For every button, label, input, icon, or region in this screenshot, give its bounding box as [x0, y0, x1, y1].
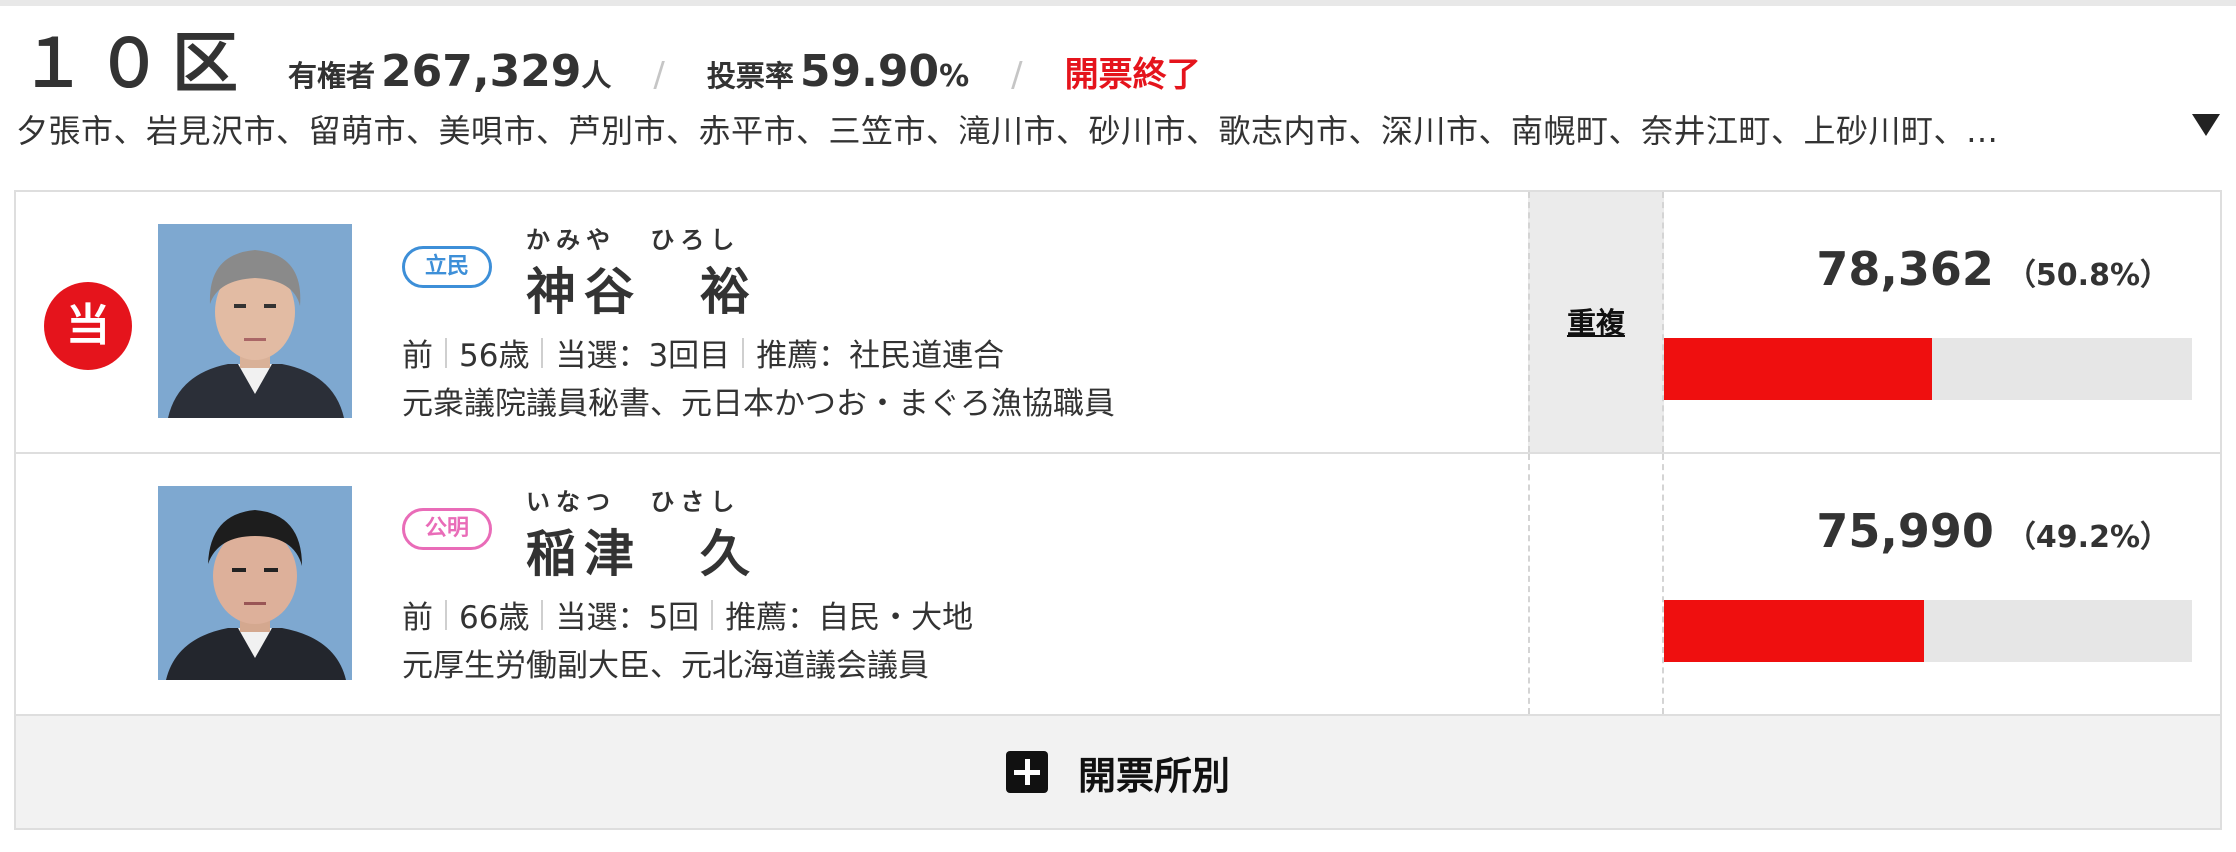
- top-divider: [0, 0, 2236, 6]
- candidate-kana: いなつ ひさし: [526, 488, 741, 516]
- count-status: 開票終了: [1064, 55, 1201, 95]
- votes-percent: （50.8%）: [2005, 258, 2170, 293]
- district-title: １０区: [20, 25, 248, 102]
- candidate-kana: かみや ひろし: [526, 226, 741, 254]
- candidate-name: 稲津 久: [526, 525, 758, 583]
- voters-value: 267,329: [381, 46, 582, 97]
- dual-candidacy-cell: 重複: [1528, 192, 1664, 452]
- votes-number: 78,362: [1816, 242, 1994, 296]
- polling-stations-label: 開票所別: [1077, 753, 1230, 798]
- vote-bar-fill: [1664, 338, 1933, 400]
- divider: [445, 599, 447, 630]
- vote-count: 75,990 （49.2%）: [1816, 504, 2170, 558]
- divider: [541, 337, 544, 368]
- vote-bar: [1664, 600, 2192, 662]
- candidate-row: 当 立民 かみや ひろし 神谷 裕 前 56歳 当選：3回目 推薦：社民道連合 …: [16, 192, 2220, 454]
- triangle-down-icon[interactable]: [2192, 114, 2220, 136]
- separator: /: [1011, 55, 1023, 95]
- divider: [541, 599, 544, 630]
- divider: [711, 599, 714, 630]
- candidate-photo: [158, 486, 352, 680]
- dual-candidacy-cell: [1528, 454, 1664, 714]
- elected-badge: 当: [44, 282, 132, 370]
- turnout-value: 59.90: [799, 46, 940, 97]
- votes-number: 75,990: [1816, 504, 1994, 558]
- vote-bar-fill: [1664, 600, 1924, 662]
- career: 元衆議院議員秘書、元日本かつお・まぐろ漁協職員: [402, 386, 1115, 422]
- career: 元厚生労働副大臣、元北海道議会議員: [402, 648, 929, 684]
- divider: [742, 337, 745, 368]
- candidate-meta: 前 56歳 当選：3回目 推薦：社民道連合: [402, 330, 1004, 375]
- candidate-photo: [158, 224, 352, 418]
- area-list: 夕張市、岩見沢市、留萌市、美唄市、芦別市、赤平市、三笠市、滝川市、砂川市、歌志内…: [16, 112, 1999, 150]
- divider: [445, 337, 447, 368]
- plus-icon: [1005, 751, 1048, 793]
- results-table: 当 立民 かみや ひろし 神谷 裕 前 56歳 当選：3回目 推薦：社民道連合 …: [14, 190, 2222, 830]
- party-badge: 立民: [402, 246, 492, 288]
- endorsement: 推薦：自民・大地: [725, 600, 974, 636]
- wins: 当選：3回目: [555, 338, 731, 374]
- turnout-unit: %: [939, 59, 970, 94]
- incumbency: 前: [402, 600, 433, 636]
- polling-stations-toggle[interactable]: 開票所別: [16, 716, 2220, 828]
- party-badge: 公明: [402, 508, 492, 550]
- voters-label: 有権者: [288, 59, 376, 93]
- candidate-name: 神谷 裕: [526, 263, 758, 321]
- vote-count: 78,362 （50.8%）: [1816, 242, 2170, 296]
- incumbency: 前: [402, 338, 433, 374]
- district-header: １０区 有権者 267,329 人 / 投票率 59.90 % / 開票終了: [20, 10, 1201, 102]
- endorsement: 推薦：社民道連合: [756, 338, 1005, 374]
- wins: 当選：5回: [555, 600, 700, 636]
- voters-unit: 人: [581, 59, 612, 94]
- age: 66歳: [459, 600, 530, 636]
- candidate-row: 公明 いなつ ひさし 稲津 久 前 66歳 当選：5回 推薦：自民・大地 元厚生…: [16, 454, 2220, 716]
- dual-candidacy-link[interactable]: 重複: [1530, 300, 1662, 342]
- votes-percent: （49.2%）: [2005, 520, 2170, 555]
- turnout-label: 投票率: [706, 59, 794, 93]
- age: 56歳: [459, 338, 530, 374]
- vote-bar: [1664, 338, 2192, 400]
- candidate-meta: 前 66歳 当選：5回 推薦：自民・大地: [402, 592, 973, 637]
- separator: /: [653, 55, 665, 95]
